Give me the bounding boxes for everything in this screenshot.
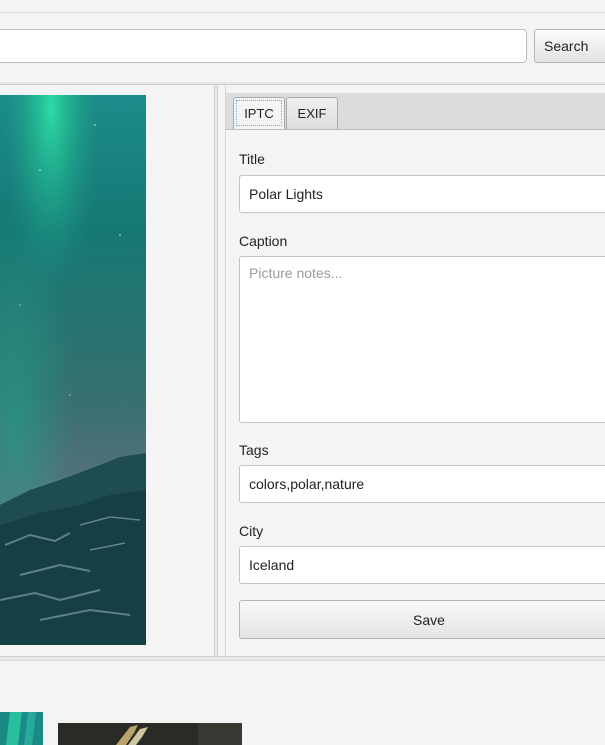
thumbnail-image-content bbox=[58, 723, 242, 745]
tab-exif[interactable]: EXIF bbox=[286, 97, 338, 129]
split-pane-divider[interactable] bbox=[214, 85, 218, 656]
tags-label: Tags bbox=[239, 442, 269, 458]
tags-field[interactable] bbox=[239, 465, 605, 503]
thumbnail-image[interactable] bbox=[58, 723, 242, 745]
city-field[interactable] bbox=[239, 546, 605, 584]
search-input[interactable] bbox=[0, 29, 527, 63]
thumbnail-aurora-image bbox=[0, 712, 43, 745]
thumbnail-aurora[interactable] bbox=[0, 712, 43, 745]
tab-iptc[interactable]: IPTC bbox=[233, 97, 285, 129]
aurora-photo bbox=[0, 95, 146, 645]
caption-label: Caption bbox=[239, 233, 288, 249]
title-label: Title bbox=[239, 151, 265, 167]
search-button[interactable]: Search bbox=[534, 29, 605, 63]
thumbnail-separator bbox=[0, 656, 605, 661]
toolbar-divider bbox=[0, 12, 605, 13]
city-label: City bbox=[239, 523, 264, 539]
title-field[interactable] bbox=[239, 175, 605, 213]
save-button[interactable]: Save bbox=[239, 600, 605, 639]
photo-preview bbox=[0, 95, 146, 645]
caption-field[interactable] bbox=[239, 256, 605, 423]
